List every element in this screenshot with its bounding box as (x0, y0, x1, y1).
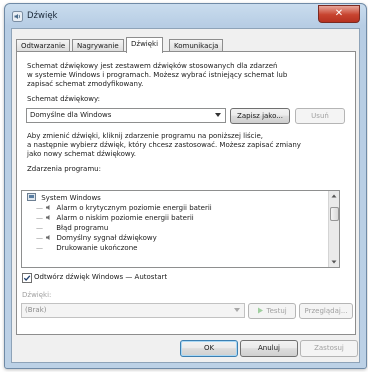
event-low-battery: Alarm o niskim poziomie energii baterii (56, 214, 194, 222)
speaker-icon (46, 205, 50, 210)
scroll-down-arrow-icon[interactable] (329, 257, 339, 267)
speaker-app-icon (12, 11, 23, 22)
chevron-down-icon (215, 113, 221, 117)
list-item[interactable]: — Alarm o krytycznym poziomie energii ba… (36, 203, 212, 213)
startup-sound-label[interactable]: Odtwórz dźwięk Windows — Autostart (34, 273, 167, 282)
tree-line-icon: — (36, 214, 43, 222)
events-scrollbar[interactable] (328, 191, 339, 267)
list-item[interactable]: System Windows (27, 193, 101, 203)
windows-speaker-icon (27, 193, 36, 201)
instructions-line-1: Aby zmienić dźwięki, kliknij zdarzenie p… (27, 132, 264, 140)
event-system-windows: System Windows (41, 194, 101, 202)
title-bar[interactable]: Dźwięk ✕ (5, 4, 366, 28)
sound-select[interactable]: (Brak) (21, 303, 245, 318)
tab-sounds[interactable]: Dźwięki (126, 37, 164, 53)
speaker-icon (46, 235, 50, 240)
cancel-button[interactable]: Anuluj (240, 340, 298, 357)
sound-select-value: (Brak) (25, 306, 47, 314)
intro-line-3: zapisać schemat zmodyfikowany. (27, 80, 144, 88)
apply-button[interactable]: Zastosuj (300, 340, 358, 357)
intro-line-1: Schemat dźwiękowy jest zestawem dźwięków… (27, 62, 278, 70)
events-label: Zdarzenia programu: (27, 165, 101, 173)
scheme-label: Schemat dźwiękowy: (27, 95, 101, 103)
sounds-label: Dźwięki: (22, 291, 52, 299)
play-icon (258, 307, 264, 314)
scheme-select-value: Domyślne dla Windows (30, 111, 112, 119)
list-item[interactable]: — Domyślny sygnał dźwiękowy (36, 233, 157, 243)
startup-sound-checkbox[interactable] (22, 273, 32, 283)
close-button[interactable]: ✕ (318, 5, 360, 23)
tree-line-icon: — (36, 244, 43, 252)
ok-button[interactable]: OK (180, 340, 238, 357)
test-sound-button[interactable]: Testuj (248, 303, 296, 319)
speaker-icon (46, 215, 50, 220)
delete-scheme-button[interactable]: Usuń (295, 108, 345, 124)
program-events-list[interactable]: System Windows — Alarm o krytycznym pozi… (21, 190, 340, 268)
list-item[interactable]: — Drukowanie ukończone (36, 243, 137, 253)
dialog-client-area: Odtwarzanie Nagrywanie Dźwięki Komunikac… (11, 28, 360, 363)
test-button-label: Testuj (266, 307, 287, 315)
list-item[interactable]: — Alarm o niskim poziomie energii bateri… (36, 213, 194, 223)
checkmark-icon (23, 275, 31, 281)
instructions-line-2: a następnie wybierz dźwięk, który chcesz… (27, 141, 301, 149)
event-print-complete: Drukowanie ukończone (56, 244, 138, 252)
chevron-down-icon (234, 308, 240, 312)
scheme-select[interactable]: Domyślne dla Windows (26, 108, 226, 123)
instructions-line-3: jako nowy schemat dźwiękowy. (27, 150, 136, 158)
tree-line-icon: — (36, 234, 43, 242)
event-default-beep: Domyślny sygnał dźwiękowy (56, 234, 157, 242)
tree-line-icon: — (36, 224, 43, 232)
scrollbar-thumb[interactable] (330, 207, 339, 221)
intro-line-2: w systemie Windows i programach. Możesz … (27, 71, 288, 79)
event-program-error: Błąd programu (56, 224, 109, 232)
window-title: Dźwięk (27, 11, 58, 21)
save-as-button[interactable]: Zapisz jako... (230, 108, 290, 124)
event-critical-battery: Alarm o krytycznym poziomie energii bate… (56, 204, 212, 212)
sound-dialog-window: Dźwięk ✕ Odtwarzanie Nagrywanie Dźwięki … (4, 3, 367, 369)
tree-line-icon: — (36, 204, 43, 212)
scroll-up-arrow-icon[interactable] (329, 191, 339, 201)
browse-sound-button[interactable]: Przeglądaj... (299, 303, 353, 319)
list-item[interactable]: — Błąd programu (36, 223, 108, 233)
